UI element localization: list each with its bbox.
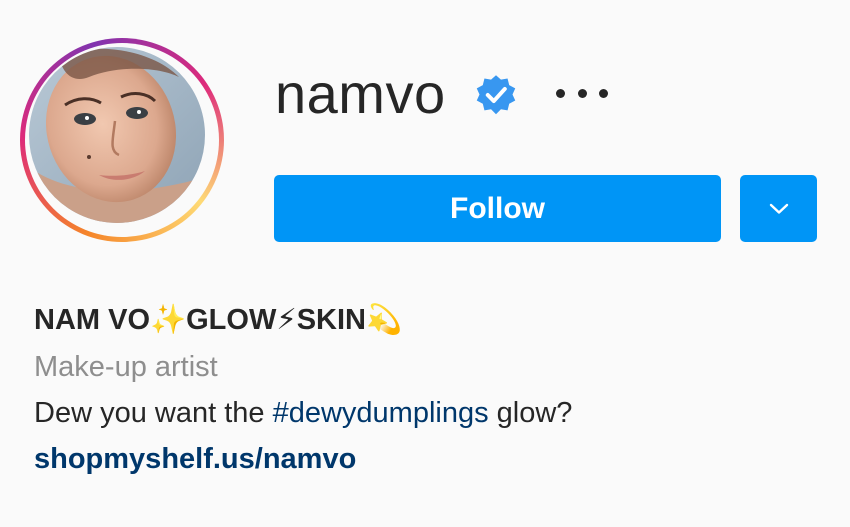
bio-text: glow? — [488, 397, 573, 429]
profile-username: namvo — [275, 62, 446, 125]
bio-hashtag-link[interactable]: #dewydumplings — [273, 397, 489, 429]
avatar-portrait — [29, 47, 205, 223]
profile-bio: Dew you want the #dewydumplings glow? — [34, 393, 572, 433]
suggested-accounts-dropdown-button[interactable] — [740, 175, 817, 242]
bio-text: Dew you want the — [34, 397, 273, 429]
profile-category: Make-up artist — [34, 351, 218, 383]
verified-badge-icon — [476, 75, 516, 115]
profile-full-name: NAM VO✨GLOW⚡SKIN💫 — [34, 300, 402, 340]
chevron-down-icon — [769, 203, 788, 214]
full-name-part: NAM VO — [34, 304, 150, 336]
full-name-part: SKIN — [296, 304, 366, 336]
avatar[interactable] — [29, 47, 205, 223]
full-name-part: GLOW — [186, 304, 277, 336]
more-options-icon[interactable] — [556, 78, 608, 108]
follow-button[interactable]: Follow — [274, 175, 721, 242]
sparkles-emoji: ✨ — [150, 304, 187, 336]
more-dot — [577, 88, 587, 98]
lightning-emoji: ⚡ — [276, 304, 297, 336]
more-dot — [599, 88, 608, 98]
more-dot — [556, 88, 565, 98]
profile-website-link[interactable]: shopmyshelf.us/namvo — [34, 439, 356, 479]
dizzy-emoji: 💫 — [365, 304, 403, 336]
profile-avatar-ring[interactable] — [20, 38, 224, 242]
